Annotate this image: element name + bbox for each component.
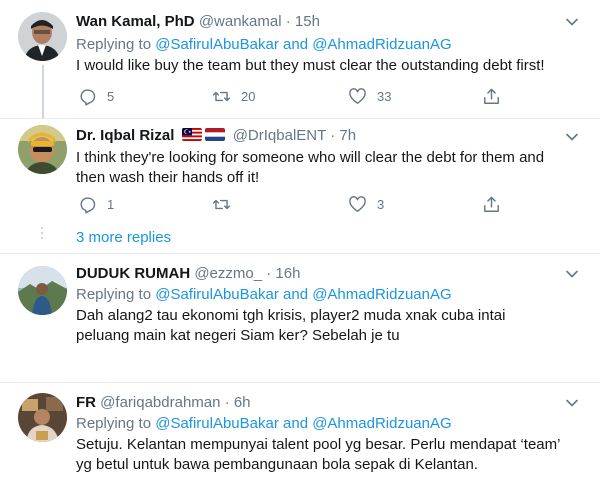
- replying-to-users[interactable]: @SafirulAbuBakar and @AhmadRidzuanAG: [155, 415, 451, 432]
- avatar[interactable]: [18, 125, 67, 174]
- tweet-text: I would like buy the team but they must …: [76, 57, 545, 74]
- tweet-actions: 5 20 33: [76, 86, 506, 106]
- timestamp[interactable]: 7h: [339, 127, 356, 144]
- avatar[interactable]: [18, 266, 67, 315]
- replying-to-label: Replying to: [76, 415, 152, 432]
- user-handle[interactable]: @fariqabdrahman: [100, 394, 220, 411]
- tweet-wankamal[interactable]: Wan Kamal, PhD @wankamal · 15h Replying …: [0, 0, 600, 118]
- like-icon: [349, 195, 366, 212]
- display-name[interactable]: DUDUK RUMAH: [76, 265, 190, 282]
- display-name[interactable]: FR: [76, 394, 96, 411]
- tweet-text: Dah alang2 tau ekonomi tgh krisis, playe…: [76, 307, 506, 344]
- tweet-text: I think they're looking for someone who …: [76, 149, 545, 186]
- replying-to: Replying to @SafirulAbuBakar and @AhmadR…: [76, 286, 452, 304]
- replying-to: Replying to @SafirulAbuBakar and @AhmadR…: [76, 415, 452, 433]
- share-button[interactable]: [482, 194, 501, 214]
- thread-dots: [41, 227, 43, 242]
- separator-dot: ·: [285, 13, 291, 30]
- like-icon: [349, 87, 366, 104]
- share-icon: [484, 88, 499, 104]
- share-button[interactable]: [482, 86, 501, 106]
- tweet-actions: 1 3: [76, 194, 506, 214]
- flag-netherlands-icon: [204, 128, 225, 141]
- replying-to-label: Replying to: [76, 286, 152, 303]
- like-count: 3: [377, 196, 385, 212]
- timestamp[interactable]: 15h: [295, 13, 320, 30]
- timestamp[interactable]: 16h: [275, 265, 300, 282]
- separator-dot: ·: [266, 265, 272, 282]
- separator-dot: ·: [224, 394, 230, 411]
- tweet-fariqabdrahman[interactable]: FR @fariqabdrahman · 6h Replying to @Saf…: [0, 383, 600, 493]
- replying-to-users[interactable]: @SafirulAbuBakar and @AhmadRidzuanAG: [155, 286, 451, 303]
- timestamp[interactable]: 6h: [234, 394, 251, 411]
- retweet-count: 20: [241, 88, 256, 104]
- chevron-down-icon[interactable]: [564, 129, 580, 145]
- thread-line: [42, 65, 44, 118]
- tweet-ezzmo[interactable]: DUDUK RUMAH @ezzmo_ · 16h Replying to @S…: [0, 254, 600, 382]
- more-replies-link[interactable]: 3 more replies: [76, 229, 171, 247]
- replying-to-users[interactable]: @SafirulAbuBakar and @AhmadRidzuanAG: [155, 36, 451, 53]
- tweet-driqbalent[interactable]: Dr. Iqbal Rizal @DrIqbalENT · 7h I think…: [0, 119, 600, 253]
- display-name[interactable]: Wan Kamal, PhD: [76, 13, 195, 30]
- like-button[interactable]: 33: [348, 86, 391, 106]
- share-icon: [484, 196, 499, 212]
- reply-count: 5: [107, 88, 115, 104]
- reply-button[interactable]: 5: [78, 86, 114, 106]
- reply-icon: [80, 88, 96, 106]
- avatar[interactable]: [18, 393, 67, 442]
- user-handle[interactable]: @ezzmo_: [194, 265, 262, 282]
- separator-dot: ·: [330, 127, 336, 144]
- like-button[interactable]: 3: [348, 194, 384, 214]
- user-handle[interactable]: @wankamal: [199, 13, 282, 30]
- reply-count: 1: [107, 196, 115, 212]
- replying-to: Replying to @SafirulAbuBakar and @AhmadR…: [76, 36, 452, 54]
- avatar[interactable]: [18, 12, 67, 61]
- chevron-down-icon[interactable]: [564, 266, 580, 282]
- reply-button[interactable]: 1: [78, 194, 114, 214]
- retweet-button[interactable]: [212, 194, 241, 214]
- display-name[interactable]: Dr. Iqbal Rizal: [76, 127, 174, 144]
- like-count: 33: [377, 88, 392, 104]
- reply-icon: [80, 196, 96, 214]
- retweet-icon: [212, 199, 231, 209]
- user-handle[interactable]: @DrIqbalENT: [233, 127, 326, 144]
- retweet-button[interactable]: 20: [212, 86, 255, 106]
- retweet-icon: [212, 91, 231, 101]
- tweet-text: Setuju. Kelantan mempunyai talent pool y…: [76, 436, 560, 473]
- replying-to-label: Replying to: [76, 36, 152, 53]
- chevron-down-icon[interactable]: [564, 14, 580, 30]
- flag-malaysia-icon: [181, 128, 202, 141]
- chevron-down-icon[interactable]: [564, 395, 580, 411]
